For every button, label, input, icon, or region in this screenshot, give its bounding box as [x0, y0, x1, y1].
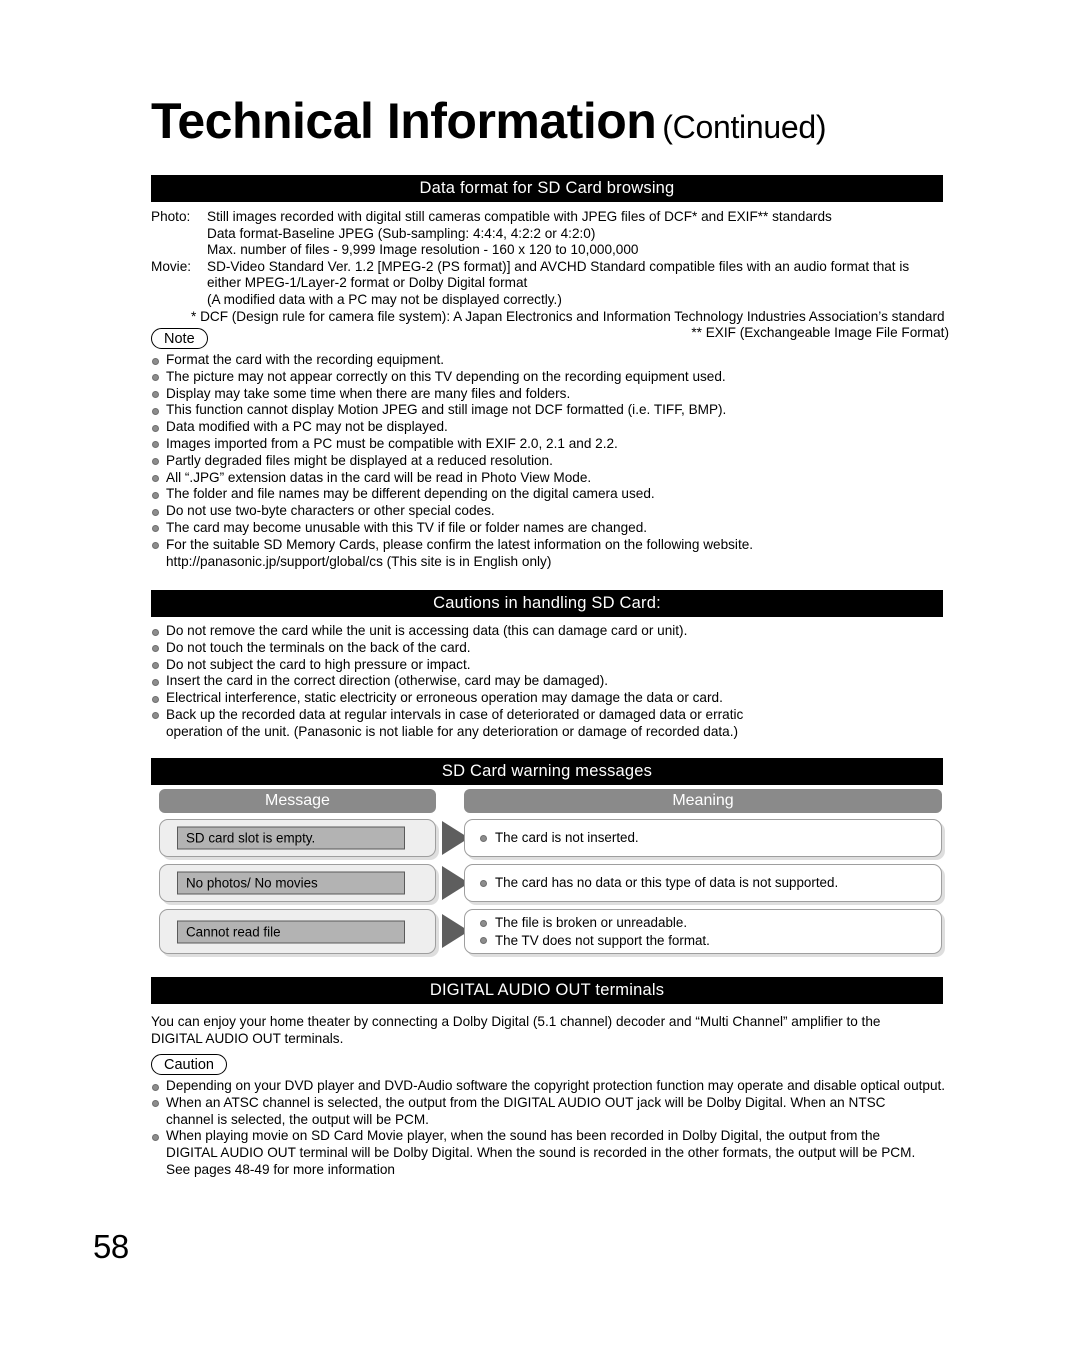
note-website-link[interactable]: http://panasonic.jp/support/global/cs (T…	[166, 554, 951, 571]
page-title: Technical Information (Continued)	[151, 93, 827, 149]
list-item: Depending on your DVD player and DVD-Aud…	[151, 1078, 951, 1095]
table-row: SD card slot is empty.	[159, 819, 436, 857]
digital-audio-caution-list: Depending on your DVD player and DVD-Aud…	[151, 1078, 951, 1179]
audio-caution-see-pages: See pages 48-49 for more information	[166, 1161, 395, 1177]
page-number: 58	[93, 1228, 129, 1265]
list-item: Images imported from a PC must be compat…	[151, 436, 951, 453]
warning-messages-table: Message Meaning SD card slot is empty. T…	[151, 789, 943, 959]
list-item: When playing movie on SD Card Movie play…	[151, 1128, 951, 1178]
meaning-item: The TV does not support the format.	[479, 932, 931, 950]
caution-item-text: Insert the card in the correct direction…	[166, 673, 609, 689]
list-item: Do not subject the card to high pressure…	[151, 657, 951, 674]
page-title-main: Technical Information	[151, 93, 657, 149]
list-item: The card may become unusable with this T…	[151, 520, 951, 537]
photo-label: Photo:	[151, 209, 191, 224]
note-item-text: This function cannot display Motion JPEG…	[166, 402, 727, 418]
caution-item-text: Back up the recorded data at regular int…	[166, 706, 744, 722]
photo-definition-row: Photo: Still images recorded with digita…	[151, 209, 951, 259]
digital-audio-paragraph: You can enjoy your home theater by conne…	[151, 1013, 951, 1047]
note-item-text: For the suitable SD Memory Cards, please…	[166, 536, 754, 552]
section-heading-digital-audio: DIGITAL AUDIO OUT terminals	[151, 977, 943, 1004]
digital-audio-paragraph-line2: DIGITAL AUDIO OUT terminals.	[151, 1031, 344, 1046]
table-row-meaning: The file is broken or unreadable. The TV…	[464, 909, 942, 954]
movie-label: Movie:	[151, 258, 192, 274]
caution-item-text: Electrical interference, static electric…	[166, 690, 723, 706]
list-item: Display may take some time when there ar…	[151, 386, 951, 403]
note-item-text: All “.JPG” extension datas in the card w…	[166, 469, 592, 485]
note-item-text: Display may take some time when there ar…	[166, 385, 571, 401]
audio-caution-text-cont: DIGITAL AUDIO OUT terminal will be Dolby…	[166, 1145, 916, 1161]
table-header-meaning: Meaning	[464, 789, 942, 813]
list-item: Back up the recorded data at regular int…	[151, 707, 951, 741]
list-item: Format the card with the recording equip…	[151, 352, 951, 369]
list-item: Partly degraded files might be displayed…	[151, 453, 951, 470]
audio-caution-text: When playing movie on SD Card Movie play…	[166, 1128, 881, 1144]
note-bullet-list: Format the card with the recording equip…	[151, 352, 951, 570]
section-heading-data-format: Data format for SD Card browsing	[151, 175, 943, 202]
data-format-body: Photo: Still images recorded with digita…	[151, 209, 951, 342]
list-item: For the suitable SD Memory Cards, please…	[151, 537, 951, 571]
caution-item-text: Do not subject the card to high pressure…	[166, 656, 471, 672]
warning-message-text: No photos/ No movies	[177, 871, 405, 895]
section-heading-cautions-handling: Cautions in handling SD Card:	[151, 590, 943, 617]
list-item: Do not touch the terminals on the back o…	[151, 640, 951, 657]
document-page: Technical Information (Continued) Data fo…	[0, 0, 1080, 1353]
table-row: No photos/ No movies	[159, 864, 436, 902]
movie-line-2: either MPEG-1/Layer-2 format or Dolby Di…	[207, 275, 528, 291]
note-item-text: The picture may not appear correctly on …	[166, 368, 726, 384]
footnote-dcf: * DCF (Design rule for camera file syste…	[191, 308, 945, 324]
meaning-item: The card is not inserted.	[479, 829, 931, 847]
note-item-text: The folder and file names may be differe…	[166, 486, 655, 502]
photo-line-3: Max. number of files - 9,999 Image resol…	[207, 242, 639, 258]
table-row-meaning: The card is not inserted.	[464, 819, 942, 857]
table-row: Cannot read file	[159, 909, 436, 954]
list-item: Insert the card in the correct direction…	[151, 673, 951, 690]
list-item: Electrical interference, static electric…	[151, 690, 951, 707]
list-item: The picture may not appear correctly on …	[151, 369, 951, 386]
digital-audio-paragraph-line1: You can enjoy your home theater by conne…	[151, 1014, 881, 1029]
caution-item-text-cont: operation of the unit. (Panasonic is not…	[166, 723, 739, 739]
note-item-text: Data modified with a PC may not be displ…	[166, 419, 448, 435]
meaning-item: The card has no data or this type of dat…	[479, 874, 931, 892]
note-item-text: Images imported from a PC must be compat…	[166, 435, 618, 451]
page-title-continued: (Continued)	[662, 109, 827, 145]
list-item: All “.JPG” extension datas in the card w…	[151, 470, 951, 487]
photo-line-2: Data format-Baseline JPEG (Sub-sampling:…	[207, 225, 596, 241]
list-item: When an ATSC channel is selected, the ou…	[151, 1095, 951, 1129]
audio-caution-text: When an ATSC channel is selected, the ou…	[166, 1094, 886, 1110]
footnote-exif: ** EXIF (Exchangeable Image File Format)	[691, 325, 949, 341]
note-item-text: Do not use two-byte characters or other …	[166, 503, 495, 519]
list-item: Data modified with a PC may not be displ…	[151, 419, 951, 436]
table-row-meaning: The card has no data or this type of dat…	[464, 864, 942, 902]
caution-badge: Caution	[151, 1054, 227, 1075]
audio-caution-text-cont: channel is selected, the output will be …	[166, 1111, 429, 1127]
list-item: The folder and file names may be differe…	[151, 486, 951, 503]
cautions-handling-list: Do not remove the card while the unit is…	[151, 623, 951, 741]
warning-message-text: Cannot read file	[177, 920, 405, 943]
list-item: This function cannot display Motion JPEG…	[151, 402, 951, 419]
caution-item-text: Do not touch the terminals on the back o…	[166, 639, 471, 655]
photo-line-1: Still images recorded with digital still…	[207, 209, 832, 224]
note-item-text: The card may become unusable with this T…	[166, 519, 648, 535]
movie-line-1: SD-Video Standard Ver. 1.2 [MPEG-2 (PS f…	[207, 258, 910, 274]
note-item-text: Format the card with the recording equip…	[166, 352, 445, 367]
meaning-item: The file is broken or unreadable.	[479, 914, 931, 932]
note-badge: Note	[151, 328, 208, 349]
movie-definition-row: Movie: SD-Video Standard Ver. 1.2 [MPEG-…	[151, 259, 951, 309]
warning-message-text: SD card slot is empty.	[177, 826, 405, 850]
table-header-message: Message	[159, 789, 436, 813]
list-item: Do not remove the card while the unit is…	[151, 623, 951, 640]
note-item-text: Partly degraded files might be displayed…	[166, 452, 553, 468]
caution-item-text: Do not remove the card while the unit is…	[166, 623, 688, 638]
section-heading-warning-messages: SD Card warning messages	[151, 758, 943, 785]
audio-caution-text: Depending on your DVD player and DVD-Aud…	[166, 1078, 946, 1093]
movie-line-3: (A modified data with a PC may not be di…	[207, 291, 562, 307]
list-item: Do not use two-byte characters or other …	[151, 503, 951, 520]
